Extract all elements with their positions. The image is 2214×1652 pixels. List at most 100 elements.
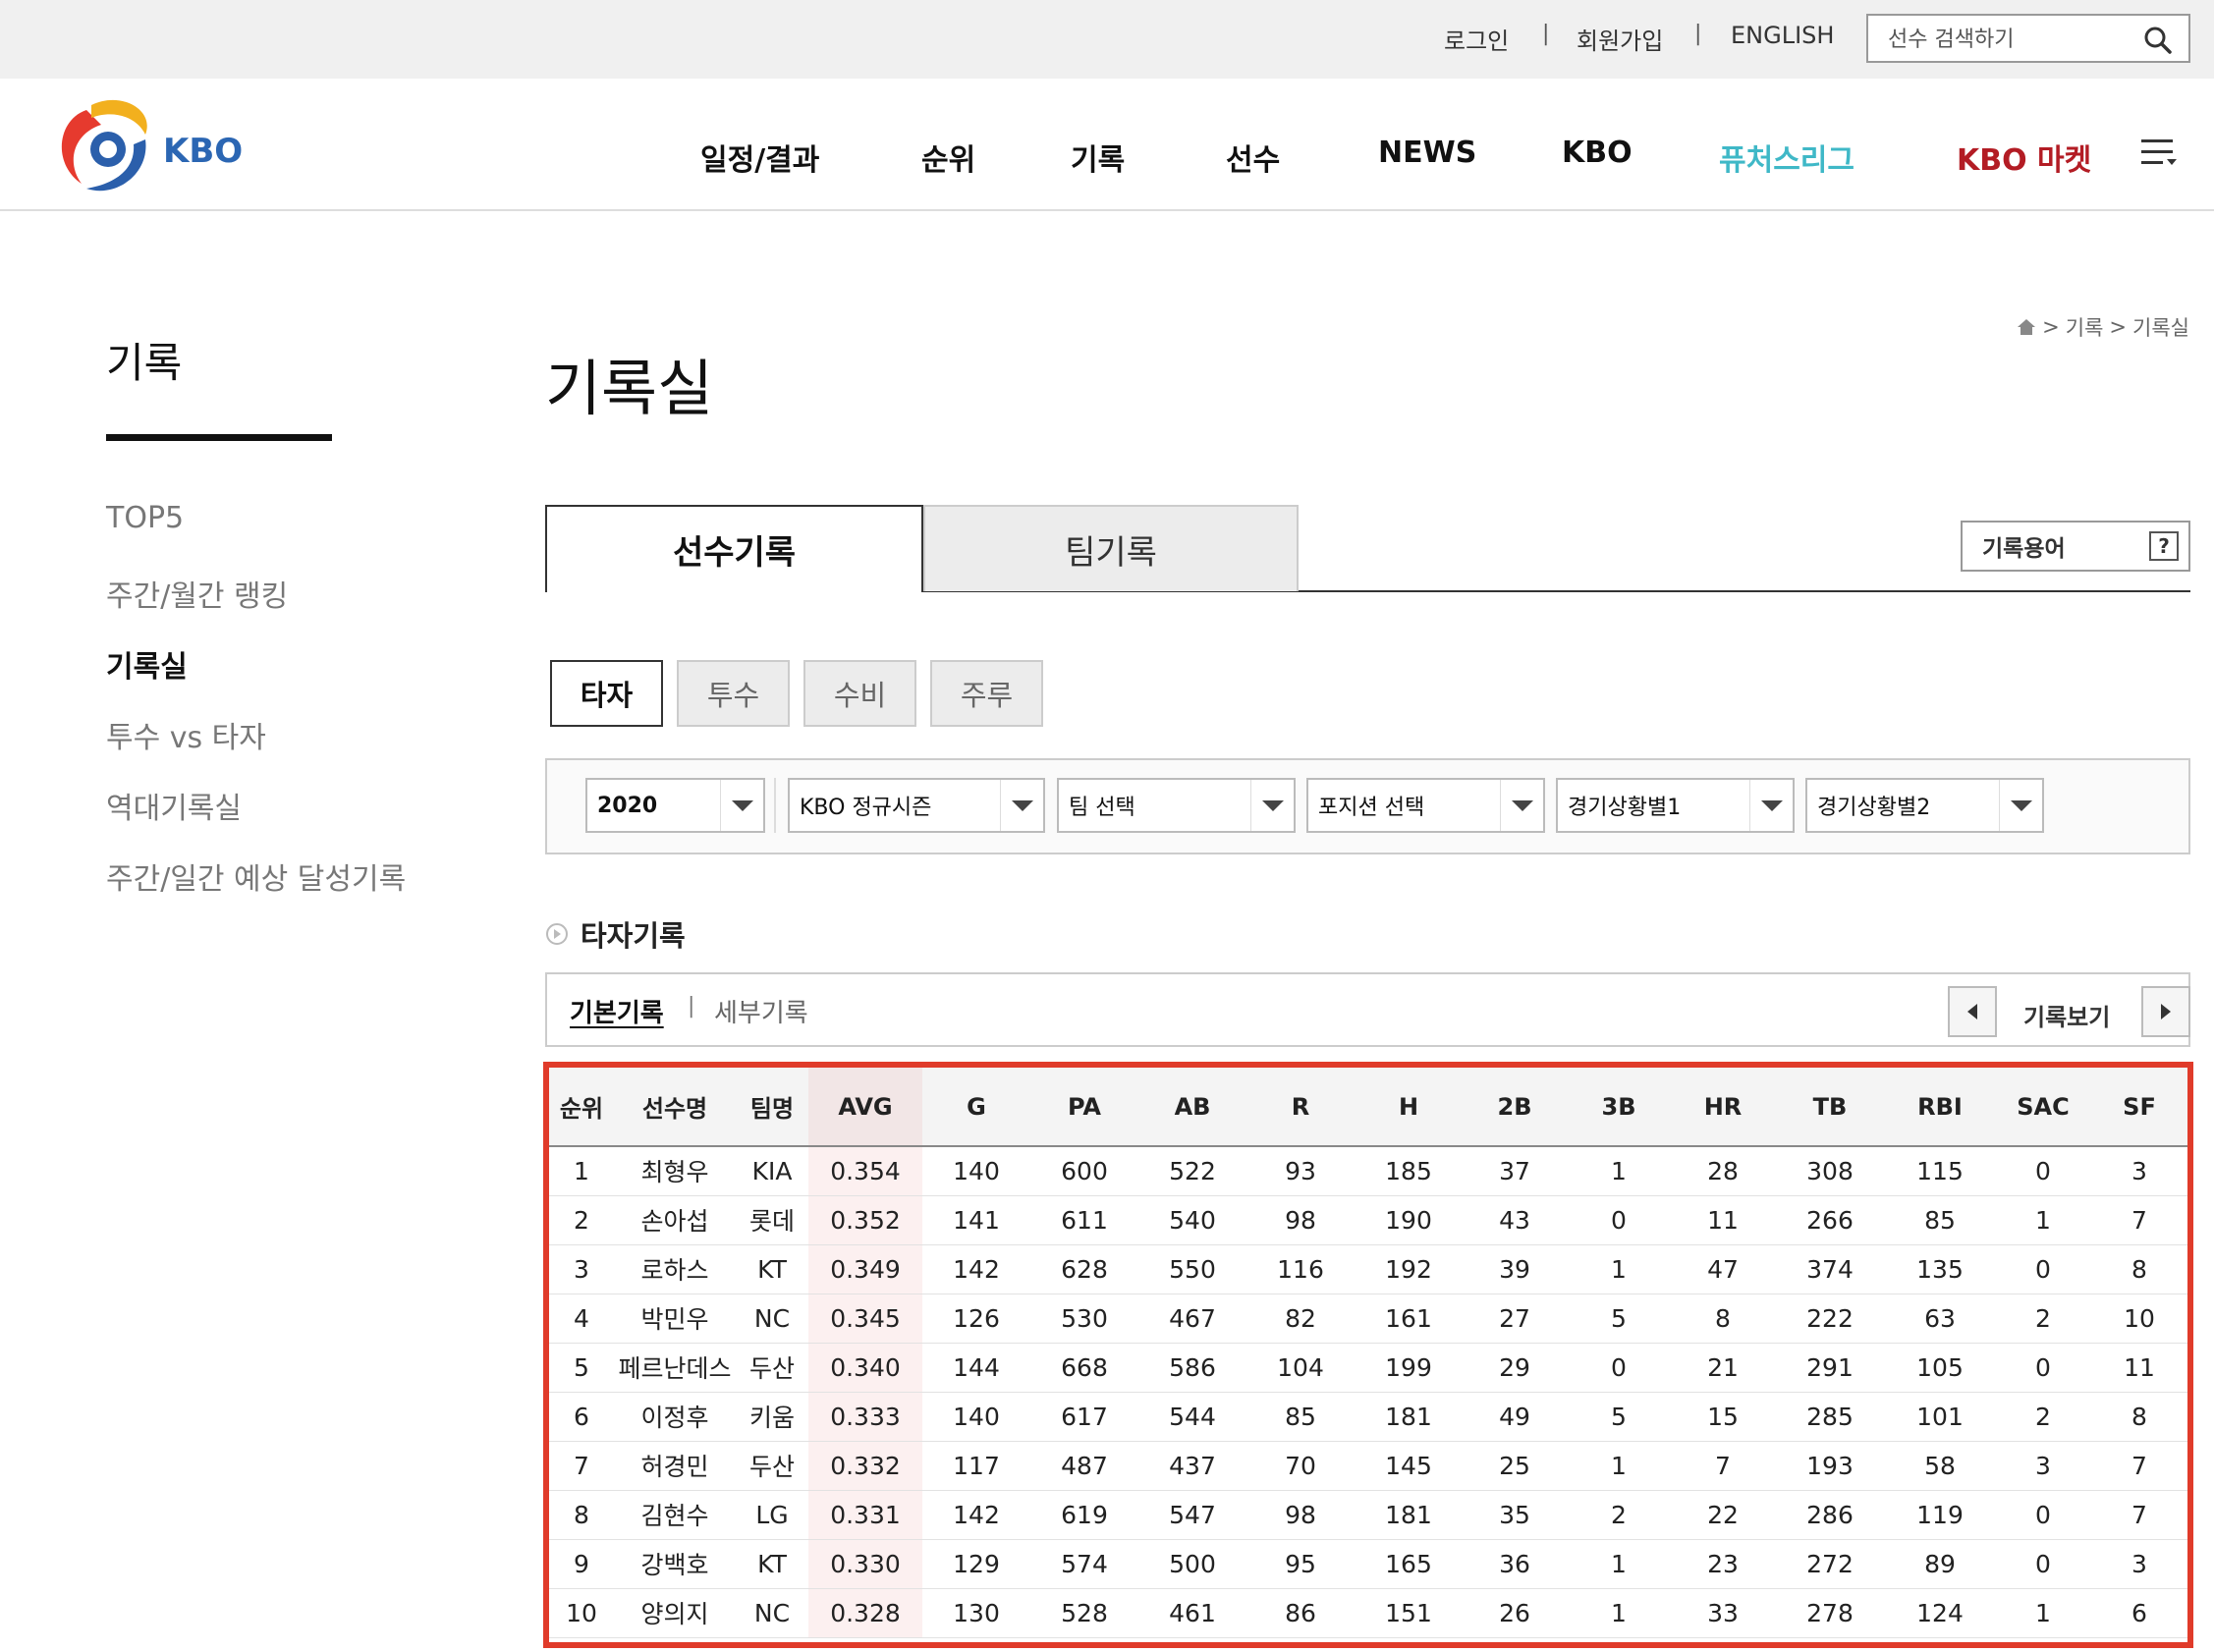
situation2-select[interactable]: 경기상황별2 (1805, 778, 2044, 833)
table-cell: 98 (1246, 1195, 1355, 1245)
team-select[interactable]: 팀 선택 (1057, 778, 1296, 833)
situation1-select[interactable]: 경기상황별1 (1556, 778, 1795, 833)
nav-schedule[interactable]: 일정/결과 (700, 136, 819, 179)
table-cell: 600 (1030, 1146, 1138, 1196)
next-page-button[interactable] (2141, 986, 2190, 1037)
subtab-pitcher[interactable]: 투수 (677, 660, 790, 727)
table-cell: 668 (1030, 1343, 1138, 1393)
table-cell: 374 (1775, 1244, 1885, 1294)
table-cell: 144 (922, 1343, 1030, 1393)
table-cell: 0 (1995, 1343, 2091, 1393)
signup-link[interactable]: 회원가입 (1577, 22, 1663, 56)
table-cell: 1 (1567, 1588, 1671, 1638)
table-cell: 47 (1671, 1244, 1775, 1294)
column-header: 팀명 (736, 1068, 808, 1147)
player-name-link[interactable]: 페르난데스 (614, 1343, 736, 1393)
season-select[interactable]: 2020 (585, 778, 765, 833)
column-header[interactable]: 2B (1463, 1068, 1567, 1147)
batting-stats-table-highlight: 순위 선수명 팀명 AVG G PA AB R H 2B 3B HR TB RBI SAC SF 1 최형우 KI… (543, 1062, 2193, 1648)
column-header[interactable]: RBI (1885, 1068, 1995, 1147)
sidebar-item-weekly-monthly-ranking[interactable]: 주간/월간 랭킹 (106, 572, 288, 615)
player-name-link[interactable]: 양의지 (614, 1588, 736, 1638)
tab-player-records[interactable]: 선수기록 (545, 505, 923, 591)
table-cell: 5 (1567, 1392, 1671, 1442)
column-header[interactable]: SF (2091, 1068, 2187, 1147)
english-link[interactable]: ENGLISH (1731, 22, 1834, 49)
nav-news[interactable]: NEWS (1378, 136, 1476, 170)
table-cell: 522 (1138, 1146, 1246, 1196)
tab-team-records[interactable]: 팀기록 (923, 505, 1299, 591)
player-name-link[interactable]: 이정후 (614, 1392, 736, 1442)
table-cell: 181 (1355, 1392, 1463, 1442)
basic-records-link[interactable]: 기본기록 (570, 993, 664, 1029)
nav-kbo-market[interactable]: KBO 마켓 (1957, 136, 2091, 179)
player-name-link[interactable]: 강백호 (614, 1539, 736, 1589)
sidebar-item-top5[interactable]: TOP5 (106, 501, 184, 535)
nav-records[interactable]: 기록 (1071, 136, 1125, 179)
series-select[interactable]: KBO 정규시즌 (788, 778, 1045, 833)
sidebar-item-expected-milestones[interactable]: 주간/일간 예상 달성기록 (106, 854, 406, 898)
hamburger-menu-icon[interactable] (2141, 136, 2177, 169)
utility-separator: | (1542, 22, 1550, 46)
subtab-baserunning[interactable]: 주루 (930, 660, 1043, 727)
table-cell: 500 (1138, 1539, 1246, 1589)
column-header[interactable]: TB (1775, 1068, 1885, 1147)
player-name-link[interactable]: 김현수 (614, 1490, 736, 1540)
column-header[interactable]: AVG (808, 1068, 922, 1147)
detailed-records-link[interactable]: 세부기록 (714, 993, 808, 1029)
sidebar-item-pitcher-vs-batter[interactable]: 투수 vs 타자 (106, 713, 266, 756)
player-name-link[interactable]: 허경민 (614, 1441, 736, 1491)
table-row: 5 페르난데스 두산 0.340 144 668 586 104 199 29 0 21 291 105 0… (549, 1343, 2187, 1393)
table-cell: 4 (549, 1294, 614, 1344)
table-cell: 617 (1030, 1392, 1138, 1442)
table-cell: 0.349 (808, 1244, 922, 1294)
nav-standings[interactable]: 순위 (921, 136, 975, 179)
sidebar-item-record-room[interactable]: 기록실 (106, 642, 188, 686)
player-search-input[interactable] (1888, 26, 2133, 53)
kbo-emblem-icon: KBO (61, 99, 243, 192)
player-name-link[interactable]: 손아섭 (614, 1195, 736, 1245)
table-cell: 129 (922, 1539, 1030, 1589)
column-header[interactable]: R (1246, 1068, 1355, 1147)
column-header[interactable]: PA (1030, 1068, 1138, 1147)
table-cell: 23 (1671, 1539, 1775, 1589)
nav-kbo[interactable]: KBO (1562, 136, 1633, 170)
table-cell: 0 (1567, 1195, 1671, 1245)
column-header[interactable]: AB (1138, 1068, 1246, 1147)
player-name-link[interactable]: 로하스 (614, 1244, 736, 1294)
glossary-button[interactable]: 기록용어 ? (1961, 521, 2190, 572)
table-cell: 1 (1567, 1146, 1671, 1196)
table-cell: 528 (1030, 1588, 1138, 1638)
nav-futures-league[interactable]: 퓨처스리그 (1719, 136, 1854, 179)
nav-players[interactable]: 선수 (1226, 136, 1280, 179)
search-icon[interactable] (2143, 26, 2173, 55)
table-cell: 6 (2091, 1588, 2187, 1638)
player-name-link[interactable]: 박민우 (614, 1294, 736, 1344)
column-header[interactable]: SAC (1995, 1068, 2091, 1147)
position-select[interactable]: 포지션 선택 (1306, 778, 1545, 833)
kbo-logo[interactable]: KBO (47, 90, 253, 203)
column-header[interactable]: 3B (1567, 1068, 1671, 1147)
table-cell: 0.331 (808, 1490, 922, 1540)
team-select-value: 팀 선택 (1069, 796, 1135, 820)
login-link[interactable]: 로그인 (1444, 22, 1509, 56)
subtab-fielding[interactable]: 수비 (803, 660, 916, 727)
sidebar-title-underline (106, 434, 332, 441)
column-header[interactable]: G (922, 1068, 1030, 1147)
breadcrumb-record-room[interactable]: 기록실 (2132, 312, 2189, 342)
table-cell: 10 (2091, 1294, 2187, 1344)
table-cell: 89 (1885, 1539, 1995, 1589)
prev-page-button[interactable] (1948, 986, 1997, 1037)
breadcrumb-records[interactable]: 기록 (2066, 312, 2104, 342)
table-cell: 119 (1885, 1490, 1995, 1540)
column-header[interactable]: H (1355, 1068, 1463, 1147)
table-cell: 28 (1671, 1146, 1775, 1196)
sidebar-item-all-time-records[interactable]: 역대기록실 (106, 784, 242, 827)
table-cell: 272 (1775, 1539, 1885, 1589)
table-cell: 11 (1671, 1195, 1775, 1245)
home-icon[interactable] (2017, 317, 2036, 337)
subtab-batter[interactable]: 타자 (550, 660, 663, 727)
table-cell: 21 (1671, 1343, 1775, 1393)
player-name-link[interactable]: 최형우 (614, 1146, 736, 1196)
column-header[interactable]: HR (1671, 1068, 1775, 1147)
